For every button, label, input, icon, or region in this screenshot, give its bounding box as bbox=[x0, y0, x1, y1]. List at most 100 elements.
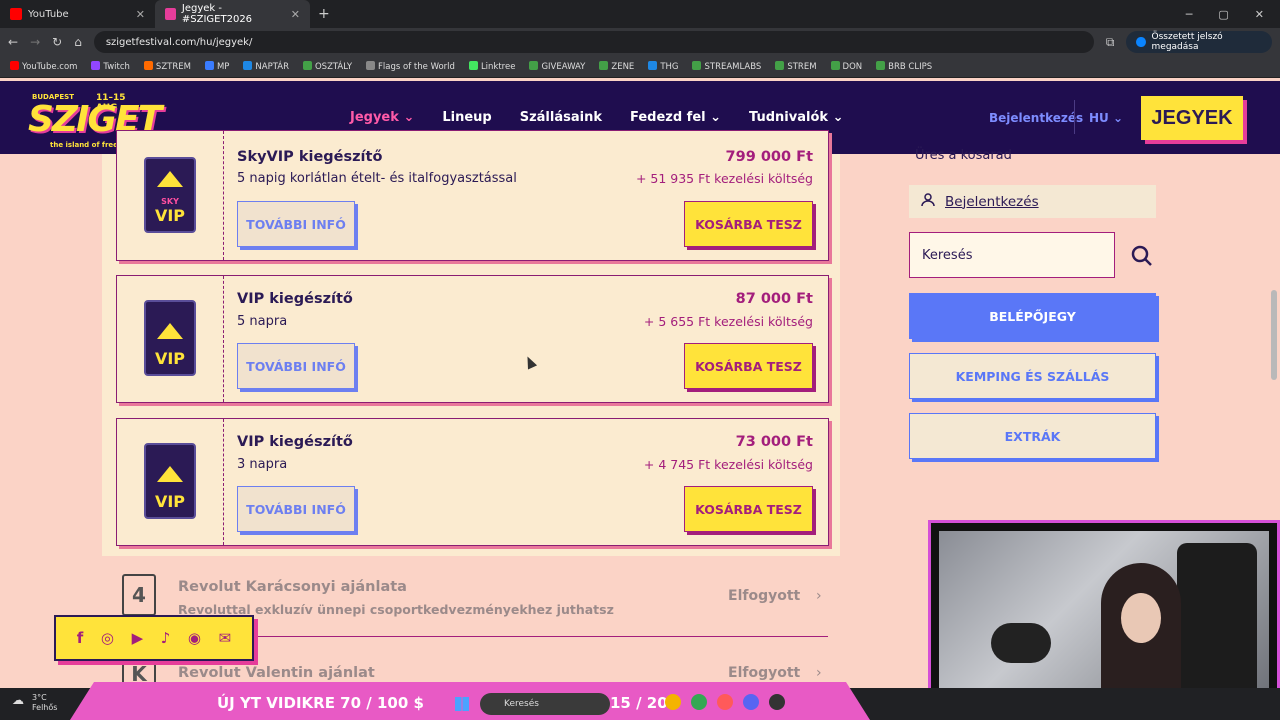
forward-icon[interactable]: → bbox=[30, 35, 40, 49]
tab-label: Jegyek - #SZIGET2026 bbox=[181, 3, 253, 25]
sidebar-login-label: Bejelentkezés bbox=[945, 193, 1039, 210]
password-button[interactable]: Összetett jelszó megadása bbox=[1126, 31, 1272, 53]
bookmark-item[interactable]: THG bbox=[648, 61, 678, 72]
product-fee: + 51 935 Ft kezelési költség bbox=[635, 171, 813, 186]
product-card-skyvip: SKY VIP SkyVIP kiegészítő 5 napig korlátl… bbox=[116, 130, 829, 261]
chrome-icon[interactable] bbox=[691, 694, 707, 710]
skyvip-badge-icon: SKY VIP bbox=[144, 157, 196, 233]
menu-item-szallasaink[interactable]: Szállásaink bbox=[520, 110, 602, 125]
bookmark-item[interactable]: STREM bbox=[775, 61, 817, 72]
bookmark-item[interactable]: SZTREM bbox=[143, 61, 191, 72]
product-fee: + 5 655 Ft kezelési költség bbox=[643, 314, 813, 329]
vip-badge-icon: VIP bbox=[144, 443, 196, 519]
menu-item-tudnivalok[interactable]: Tudnivalók ⌄ bbox=[749, 110, 843, 125]
bookmark-item[interactable]: Flags of the World bbox=[366, 61, 455, 72]
sziget-favicon-icon bbox=[165, 8, 176, 20]
bookmark-item[interactable]: YouTube.com bbox=[10, 61, 77, 72]
bookmark-item[interactable]: Twitch bbox=[91, 61, 130, 72]
window-controls: ─ ▢ ✕ bbox=[1186, 8, 1280, 21]
bookmark-item[interactable]: NAPTÁR bbox=[243, 61, 289, 72]
new-tab-icon[interactable]: + bbox=[310, 6, 330, 22]
offer-status: Elfogyott bbox=[728, 588, 801, 604]
search-input[interactable]: Keresés bbox=[909, 232, 1115, 278]
bookmark-item[interactable]: MP bbox=[204, 61, 229, 72]
facebook-icon: f bbox=[76, 629, 84, 647]
add-to-cart-button[interactable]: KOSÁRBA TESZ bbox=[684, 343, 813, 389]
offer-title: Revolut Valentin ajánlat bbox=[178, 665, 375, 681]
url-field[interactable]: szigetfestival.com/hu/jegyek/ bbox=[93, 31, 1094, 53]
cart-empty-text: Üres a kosarad bbox=[915, 148, 1012, 163]
social-links-overlay: f ◎ ▶ ♪ ◉ ✉ bbox=[54, 615, 254, 661]
add-to-cart-button[interactable]: KOSÁRBA TESZ bbox=[684, 486, 813, 532]
product-subtitle: 5 napra bbox=[237, 314, 288, 329]
more-info-button[interactable]: TOVÁBBI INFÓ bbox=[237, 201, 355, 247]
obs-icon[interactable] bbox=[769, 694, 785, 710]
discord-icon[interactable] bbox=[743, 694, 759, 710]
user-icon bbox=[921, 192, 935, 211]
more-info-button[interactable]: TOVÁBBI INFÓ bbox=[237, 343, 355, 389]
vip-badge-icon: VIP bbox=[144, 300, 196, 376]
add-to-cart-button[interactable]: KOSÁRBA TESZ bbox=[684, 201, 813, 247]
product-title: SkyVIP kiegészítő bbox=[237, 149, 383, 165]
menu-item-lineup[interactable]: Lineup bbox=[442, 110, 491, 125]
donation-goal-text: ÚJ YT VIDIKRE 70 / 100 $ bbox=[217, 694, 424, 712]
taskbar-apps bbox=[665, 694, 811, 710]
tab-label: YouTube bbox=[28, 8, 69, 20]
mail-icon: ✉ bbox=[218, 629, 232, 647]
bookmark-item[interactable]: BRB CLIPS bbox=[876, 61, 932, 72]
search-icon[interactable] bbox=[1130, 244, 1154, 268]
close-window-icon[interactable]: ✕ bbox=[1255, 8, 1264, 21]
more-info-button[interactable]: TOVÁBBI INFÓ bbox=[237, 486, 355, 532]
app-icon[interactable] bbox=[795, 694, 811, 710]
minimize-icon[interactable]: ─ bbox=[1186, 8, 1193, 21]
youtube-icon: ▶ bbox=[131, 629, 144, 647]
page-scrollbar[interactable] bbox=[1271, 290, 1277, 380]
sub-counter-text: 15 / 20 bbox=[610, 694, 668, 712]
bookmark-item[interactable]: ZENE bbox=[599, 61, 634, 72]
chevron-right-icon[interactable]: › bbox=[816, 665, 822, 681]
product-card-vip-3: VIP VIP kiegészítő 3 napra 73 000 Ft + 4… bbox=[116, 418, 829, 546]
tab-jegyek[interactable]: Jegyek - #SZIGET2026 ✕ bbox=[155, 0, 310, 28]
header-login-link[interactable]: Bejelentkezés bbox=[989, 111, 1083, 125]
taskbar-search-input[interactable]: Keresés bbox=[480, 693, 610, 715]
bookmark-item[interactable]: Linktree bbox=[468, 61, 515, 72]
product-price: 799 000 Ft bbox=[725, 149, 813, 165]
menu-item-fedezd-fel[interactable]: Fedezd fel ⌄ bbox=[630, 110, 721, 125]
file-explorer-icon[interactable] bbox=[665, 694, 681, 710]
instagram-icon: ◎ bbox=[100, 629, 115, 647]
home-icon[interactable]: ⌂ bbox=[74, 35, 82, 49]
bookmark-item[interactable]: DON bbox=[830, 61, 862, 72]
language-selector[interactable]: HU ⌄ bbox=[1089, 111, 1123, 125]
windows-start-icon[interactable] bbox=[455, 697, 469, 711]
product-price: 87 000 Ft bbox=[735, 291, 813, 307]
extensions-icon[interactable]: ⧉ bbox=[1106, 35, 1115, 50]
category-extrak-button[interactable]: EXTRÁK bbox=[909, 413, 1156, 459]
bookmark-item[interactable]: GIVEAWAY bbox=[529, 61, 585, 72]
chevron-right-icon[interactable]: › bbox=[816, 588, 822, 604]
bookmarks-bar: YouTube.com Twitch SZTREM MP NAPTÁR OSZT… bbox=[0, 56, 1280, 78]
sidebar-login-link[interactable]: Bejelentkezés bbox=[909, 185, 1156, 218]
back-icon[interactable]: ← bbox=[8, 35, 18, 49]
browser-tab-strip: YouTube ✕ Jegyek - #SZIGET2026 ✕ + ─ ▢ ✕ bbox=[0, 0, 1280, 28]
tiktok-icon: ♪ bbox=[160, 629, 171, 647]
password-label: Összetett jelszó megadása bbox=[1151, 32, 1223, 52]
reload-icon[interactable]: ↻ bbox=[52, 35, 62, 49]
chevron-down-icon: ⌄ bbox=[832, 110, 844, 125]
address-bar-row: ← → ↻ ⌂ szigetfestival.com/hu/jegyek/ ⧉ … bbox=[0, 28, 1280, 56]
bookmark-item[interactable]: STREAMLABS bbox=[692, 61, 761, 72]
jegyek-cta-button[interactable]: JEGYEK bbox=[1141, 96, 1243, 140]
product-subtitle: 5 napig korlátlan ételt- és italfogyaszt… bbox=[237, 171, 517, 186]
menu-item-jegyek[interactable]: Jegyek ⌄ bbox=[350, 110, 414, 125]
opera-icon[interactable] bbox=[717, 694, 733, 710]
maximize-icon[interactable]: ▢ bbox=[1218, 8, 1228, 21]
weather-widget[interactable]: ☁ 3°C Felhős bbox=[12, 693, 57, 713]
close-icon[interactable]: ✕ bbox=[136, 8, 145, 21]
category-kemping-button[interactable]: KEMPING ÉS SZÁLLÁS bbox=[909, 353, 1156, 399]
bookmark-item[interactable]: OSZTÁLY bbox=[302, 61, 352, 72]
offer-status: Elfogyott bbox=[728, 665, 801, 681]
close-icon[interactable]: ✕ bbox=[291, 8, 300, 21]
tab-youtube[interactable]: YouTube ✕ bbox=[0, 0, 155, 28]
product-subtitle: 3 napra bbox=[237, 457, 288, 472]
category-belepojegy-button[interactable]: BELÉPŐJEGY bbox=[909, 293, 1156, 339]
card-divider bbox=[223, 131, 224, 260]
